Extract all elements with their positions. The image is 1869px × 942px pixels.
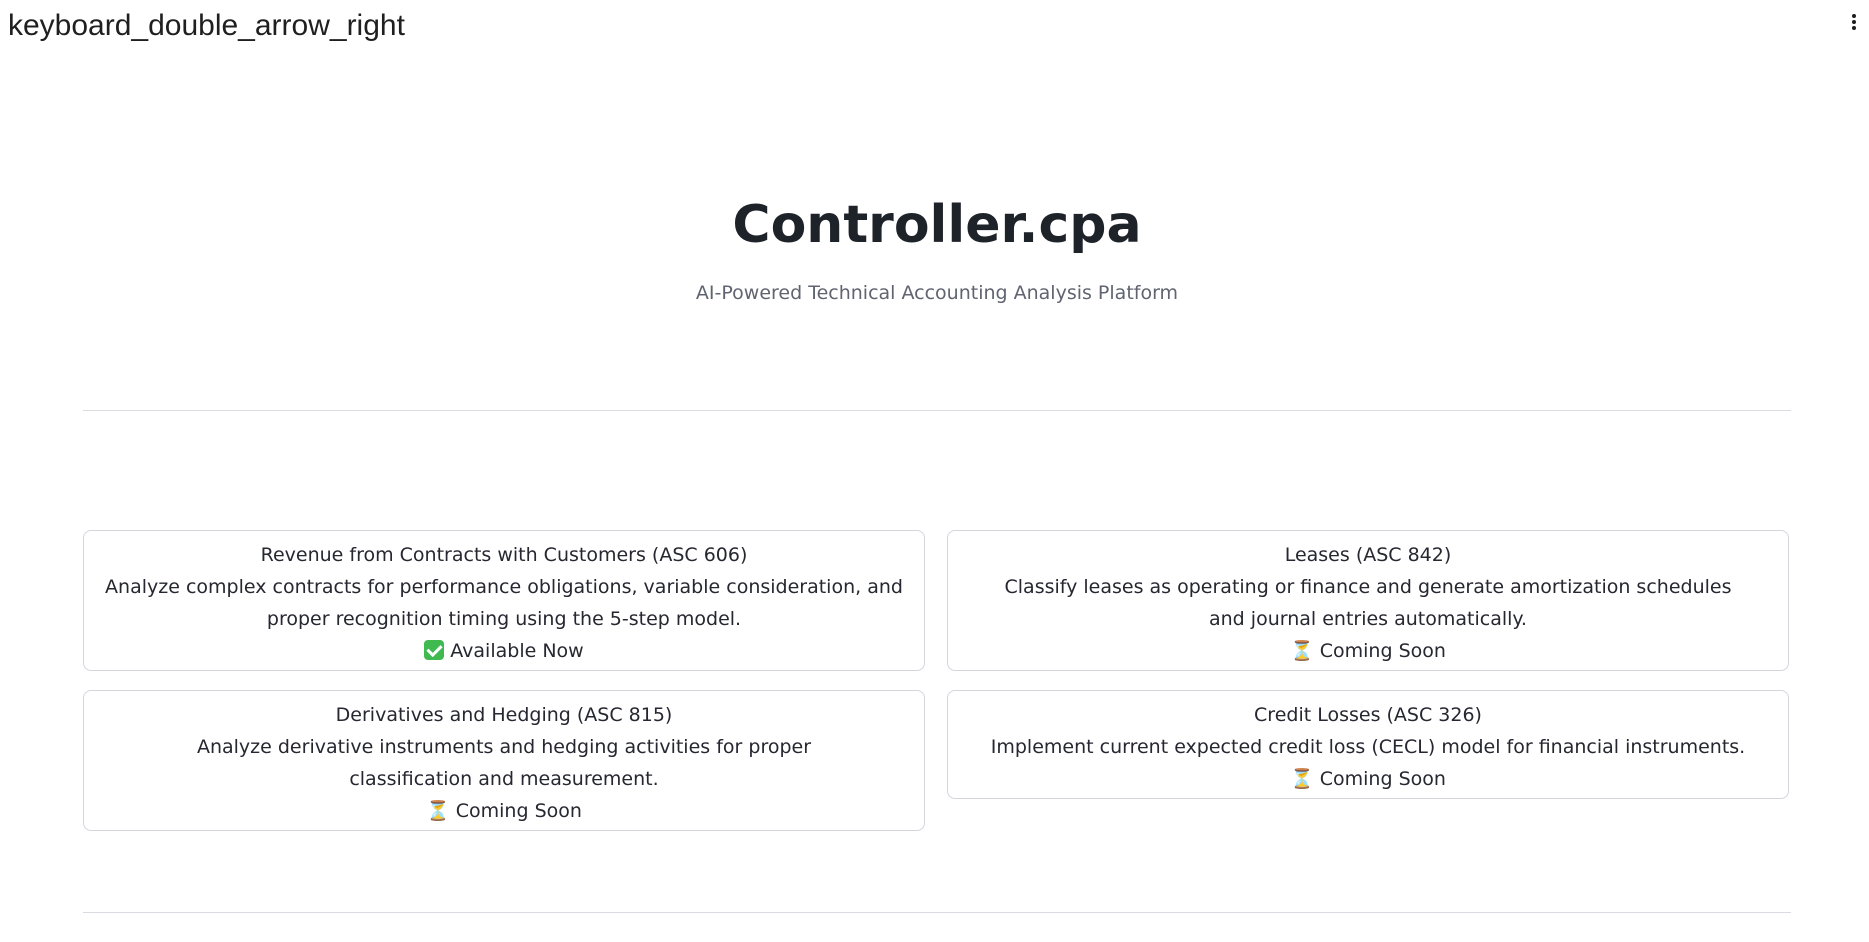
module-status: ⏳ Coming Soon — [102, 795, 906, 827]
top-bar: keyboard_double_arrow_right — [0, 0, 1869, 56]
module-card-asc-606[interactable]: Revenue from Contracts with Customers (A… — [83, 530, 925, 671]
status-label: Coming Soon — [455, 800, 582, 822]
module-title: Credit Losses (ASC 326) — [1254, 704, 1482, 726]
module-title: Derivatives and Hedging (ASC 815) — [335, 704, 673, 726]
module-title: Revenue from Contracts with Customers (A… — [260, 544, 748, 566]
module-card-asc-326[interactable]: Credit Losses (ASC 326) Implement curren… — [947, 690, 1789, 799]
kebab-dot — [1852, 14, 1856, 18]
module-status: ⏳ Coming Soon — [966, 763, 1770, 795]
kebab-menu-icon[interactable] — [1849, 14, 1859, 34]
module-status: Available Now — [102, 635, 906, 667]
hourglass-icon: ⏳ — [1290, 640, 1314, 662]
module-description: Analyze complex contracts for performanc… — [105, 576, 903, 630]
sidebar-toggle-button[interactable]: keyboard_double_arrow_right — [8, 8, 405, 44]
module-status: ⏳ Coming Soon — [966, 635, 1770, 667]
status-label: Coming Soon — [1319, 768, 1446, 790]
status-label: Coming Soon — [1319, 640, 1446, 662]
top-divider — [83, 410, 1791, 411]
hero: Controller.cpa — [83, 190, 1791, 260]
module-card-asc-842[interactable]: Leases (ASC 842) Classify leases as oper… — [947, 530, 1789, 671]
page-subtitle: AI-Powered Technical Accounting Analysis… — [695, 282, 1179, 304]
module-card-asc-815[interactable]: Derivatives and Hedging (ASC 815) Analyz… — [83, 690, 925, 831]
kebab-dot — [1852, 26, 1856, 30]
hourglass-icon: ⏳ — [1290, 768, 1314, 790]
module-description: Classify leases as operating or finance … — [1004, 576, 1732, 630]
module-description: Implement current expected credit loss (… — [990, 736, 1746, 758]
kebab-dot — [1852, 20, 1856, 24]
module-description: Analyze derivative instruments and hedgi… — [196, 736, 812, 790]
page-title: Controller.cpa — [732, 195, 1142, 255]
check-box-icon — [424, 640, 445, 660]
bottom-divider — [83, 912, 1791, 913]
status-label: Available Now — [450, 640, 584, 662]
hourglass-icon: ⏳ — [426, 800, 450, 822]
module-title: Leases (ASC 842) — [1284, 544, 1452, 566]
